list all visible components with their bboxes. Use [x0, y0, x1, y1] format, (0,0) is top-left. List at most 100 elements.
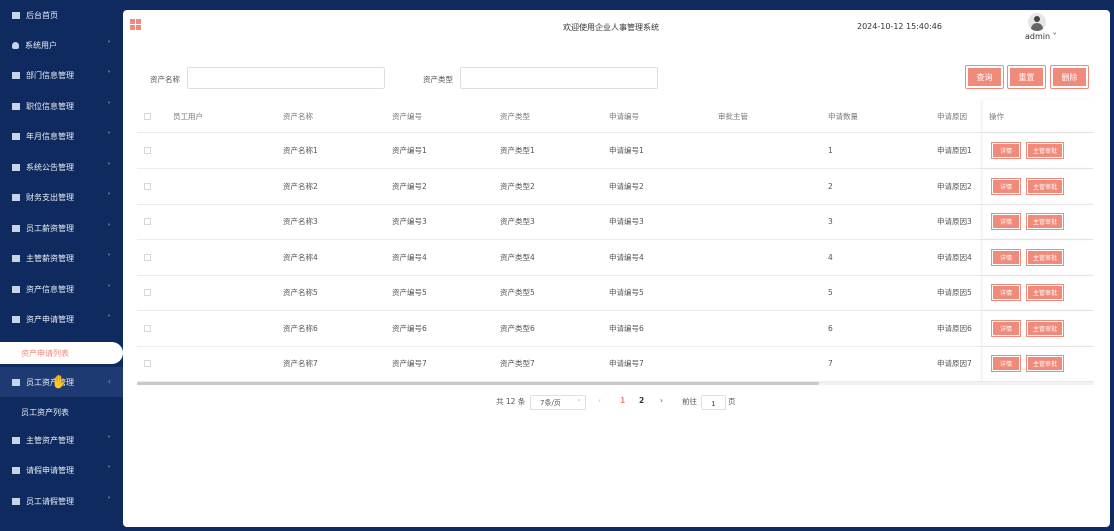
avatar[interactable]	[1028, 13, 1046, 31]
manager-approve-button[interactable]: 主管审批	[1026, 177, 1064, 195]
goto-page-input[interactable]	[701, 395, 726, 410]
welcome-text: 欢迎使用企业人事管理系统	[563, 23, 659, 32]
prev-page-icon[interactable]: ‹	[598, 396, 601, 405]
actions-cell: 详情 主管审批	[983, 133, 1094, 168]
sidebar-item-manager-salary[interactable]: 主管薪资管理 ˅	[0, 243, 123, 273]
sidebar-item-asset-application[interactable]: 资产申请管理 ˄	[0, 304, 123, 334]
sidebar-item-employee-salary[interactable]: 员工薪资管理 ˅	[0, 213, 123, 243]
chevron-down-icon: ˅	[107, 162, 111, 171]
sidebar-item-label: 资产申请管理	[26, 314, 74, 324]
actions-cell: 详情 主管审批	[983, 346, 1094, 381]
select-all-checkbox[interactable]	[144, 100, 151, 132]
cell-reason: 申请原因2	[937, 181, 972, 191]
list-icon	[12, 315, 20, 323]
row-checkbox[interactable]	[144, 204, 151, 239]
sidebar-item-home[interactable]: 后台首页	[0, 0, 123, 30]
menu-grid-icon[interactable]	[130, 19, 141, 30]
sidebar-item-system-user[interactable]: 系统用户 ˅	[0, 30, 123, 60]
row-checkbox[interactable]	[144, 311, 151, 346]
cell-asset-name: 资产名称6	[283, 323, 318, 333]
detail-button[interactable]: 详情	[991, 142, 1021, 159]
sidebar-item-finance[interactable]: 财务支出管理 ˅	[0, 182, 123, 212]
chevron-down-icon: ˅	[107, 101, 111, 110]
cell-asset-number: 资产编号7	[392, 359, 427, 368]
table-row: 详情 主管审批 资产名称7 资产编号7 资产类型7 申请编号7 7 申请原因7	[137, 346, 1094, 382]
detail-button[interactable]: 详情	[991, 284, 1021, 301]
pagination-total: 共 12 条	[496, 397, 526, 406]
cell-reason: 申请原因6	[937, 323, 972, 333]
manager-approve-button[interactable]: 主管审批	[1026, 355, 1064, 372]
chevron-down-icon: ˅	[107, 223, 111, 232]
row-checkbox[interactable]	[144, 240, 151, 275]
asset-type-input[interactable]	[460, 67, 658, 89]
cell-asset-number: 资产编号3	[392, 217, 427, 226]
actions-cell: 详情 主管审批	[983, 275, 1094, 310]
manager-approve-button[interactable]: 主管审批	[1026, 284, 1064, 301]
detail-button[interactable]: 详情	[991, 355, 1021, 372]
sidebar-subitem-asset-application-list[interactable]: 资产申请列表	[0, 342, 123, 364]
cell-application-number: 申请编号5	[609, 288, 644, 297]
row-checkbox[interactable]	[144, 169, 151, 204]
column-header-quantity: 申请数量	[828, 111, 858, 121]
manager-approve-button[interactable]: 主管审批	[1026, 142, 1064, 159]
delete-button[interactable]: 删除	[1050, 65, 1089, 89]
detail-button[interactable]: 详情	[991, 213, 1021, 230]
user-menu[interactable]: admin ˅	[1025, 32, 1057, 41]
cell-quantity: 4	[828, 252, 833, 262]
page-size-value: 7条/页	[540, 398, 561, 407]
cell-asset-type: 资产类型7	[500, 359, 535, 368]
sidebar-item-department[interactable]: 部门信息管理 ˅	[0, 60, 123, 90]
sidebar-item-leave-application[interactable]: 请假申请管理 ˅	[0, 455, 123, 485]
cell-reason: 申请原因3	[937, 217, 972, 226]
manager-approve-button[interactable]: 主管审批	[1026, 319, 1064, 337]
column-header-reason: 申请原因	[937, 111, 967, 121]
cell-quantity: 2	[828, 181, 833, 191]
cell-asset-type: 资产类型2	[500, 181, 535, 191]
list-icon	[12, 193, 20, 201]
cell-asset-type: 资产类型4	[500, 252, 535, 262]
chevron-down-icon: ˅	[107, 435, 111, 444]
sidebar-item-year-month[interactable]: 年月信息管理 ˅	[0, 121, 123, 151]
sidebar-item-label: 年月信息管理	[26, 131, 74, 141]
list-icon	[12, 497, 20, 505]
row-checkbox[interactable]	[144, 275, 151, 310]
chevron-down-icon: ˅	[107, 131, 111, 140]
sidebar-subitem-employee-asset-list[interactable]: 员工资产列表	[0, 401, 123, 423]
detail-button[interactable]: 详情	[991, 319, 1021, 337]
cell-application-number: 申请编号6	[609, 323, 644, 333]
chevron-down-icon: ˅	[577, 398, 582, 407]
manager-approve-button[interactable]: 主管审批	[1026, 213, 1064, 230]
list-icon	[12, 102, 20, 110]
asset-name-label: 资产名称	[150, 75, 180, 84]
cell-application-number: 申请编号1	[609, 146, 644, 155]
list-icon	[12, 224, 20, 232]
chevron-down-icon: ˅	[107, 70, 111, 79]
list-icon	[12, 466, 20, 474]
page-1[interactable]: 1	[620, 396, 625, 405]
scrollbar-thumb[interactable]	[137, 382, 819, 385]
horizontal-scrollbar[interactable]	[137, 382, 1094, 385]
sidebar-item-asset-info[interactable]: 资产信息管理 ˅	[0, 274, 123, 304]
cell-quantity: 3	[828, 217, 833, 226]
cell-asset-type: 资产类型1	[500, 146, 535, 155]
sidebar-item-employee-leave[interactable]: 员工请假管理 ˅	[0, 486, 123, 516]
row-checkbox[interactable]	[144, 133, 151, 168]
main-panel: 欢迎使用企业人事管理系统 2024-10-12 15:40:46 admin ˅…	[123, 10, 1110, 527]
cell-asset-name: 资产名称3	[283, 217, 318, 226]
actions-cell: 详情 主管审批	[983, 204, 1094, 239]
sidebar-item-position[interactable]: 职位信息管理 ˅	[0, 91, 123, 121]
reset-button[interactable]: 重置	[1007, 65, 1046, 89]
row-checkbox[interactable]	[144, 346, 151, 381]
detail-button[interactable]: 详情	[991, 248, 1021, 266]
detail-button[interactable]: 详情	[991, 177, 1021, 195]
next-page-icon[interactable]: ›	[660, 396, 663, 405]
query-button[interactable]: 查询	[965, 65, 1004, 89]
asset-name-input[interactable]	[187, 67, 385, 89]
sidebar-item-manager-asset[interactable]: 主管资产管理 ˅	[0, 425, 123, 455]
sidebar-item-announcement[interactable]: 系统公告管理 ˅	[0, 152, 123, 182]
manager-approve-button[interactable]: 主管审批	[1026, 248, 1064, 266]
page-2[interactable]: 2	[639, 396, 644, 405]
cell-asset-type: 资产类型5	[500, 288, 535, 297]
mouse-cursor-icon: ✋	[51, 375, 68, 390]
page-size-select[interactable]: 7条/页 ˅	[530, 395, 586, 410]
